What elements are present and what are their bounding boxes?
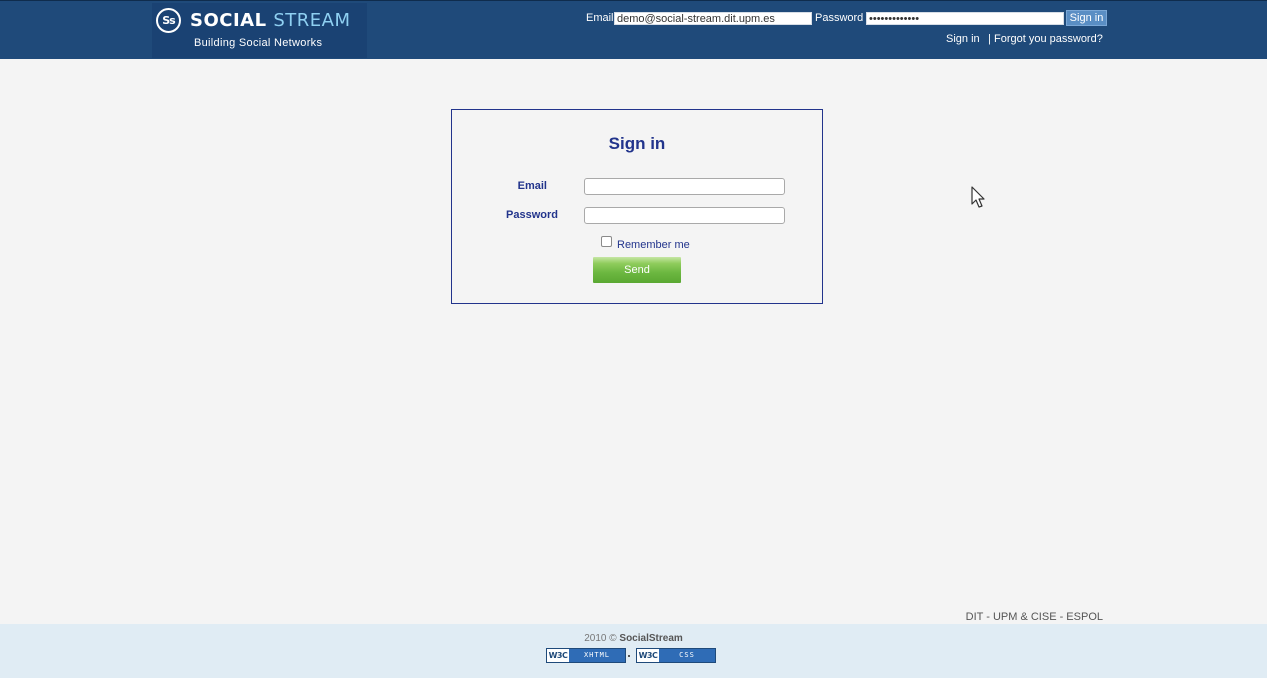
email-field[interactable]	[584, 178, 785, 195]
remember-me-checkbox[interactable]	[601, 236, 612, 247]
w3c-logo-icon: W3C	[637, 649, 659, 662]
email-field-label: Email	[517, 180, 547, 192]
header-link-separator: |	[988, 33, 991, 45]
logo-tagline: Building Social Networks	[194, 37, 323, 49]
w3c-logo-icon: W3C	[547, 649, 569, 662]
password-field-label: Password	[506, 209, 558, 221]
badge-separator-dot	[628, 655, 630, 657]
w3c-css-badge[interactable]: W3C CSS	[636, 648, 716, 663]
header-password-input[interactable]	[866, 12, 1064, 25]
footer-bar: 2010 © SocialStream W3C XHTML W3C CSS	[0, 624, 1267, 678]
copyright-brand: SocialStream	[619, 633, 683, 644]
password-field[interactable]	[584, 207, 785, 224]
header-email-input[interactable]	[614, 12, 812, 25]
send-button[interactable]: Send	[593, 257, 681, 283]
mouse-pointer-icon	[971, 186, 985, 208]
header-signin-link[interactable]: Sign in	[946, 32, 980, 46]
header-password-label: Password	[815, 12, 864, 24]
top-header-bar: Ss SOCIAL STREAM Building Social Network…	[0, 0, 1267, 59]
remember-me-label[interactable]: Remember me	[617, 238, 690, 252]
social-stream-logo[interactable]: Ss SOCIAL STREAM Building Social Network…	[152, 3, 367, 58]
badge-kind-css: CSS	[659, 649, 715, 662]
logo-name: SOCIAL STREAM	[190, 10, 351, 32]
copyright-year: 2010 ©	[584, 633, 617, 644]
w3c-xhtml-badge[interactable]: W3C XHTML	[546, 648, 626, 663]
header-signin-button[interactable]: Sign in	[1066, 10, 1107, 26]
footer-credits: DIT - UPM & CISE - ESPOL	[965, 611, 1103, 623]
forgot-password-link[interactable]: Forgot you password?	[994, 32, 1103, 46]
logo-name-social: SOCIAL	[190, 10, 267, 31]
signin-title: Sign in	[608, 134, 666, 153]
logo-mark-icon: Ss	[156, 8, 181, 33]
copyright-notice: 2010 © SocialStream	[0, 633, 1267, 645]
signin-form-box: Sign in Email Password Remember me Send	[451, 109, 823, 304]
header-email-label: Email	[586, 12, 614, 24]
badge-kind-xhtml: XHTML	[569, 649, 625, 662]
logo-name-stream: STREAM	[273, 10, 351, 31]
